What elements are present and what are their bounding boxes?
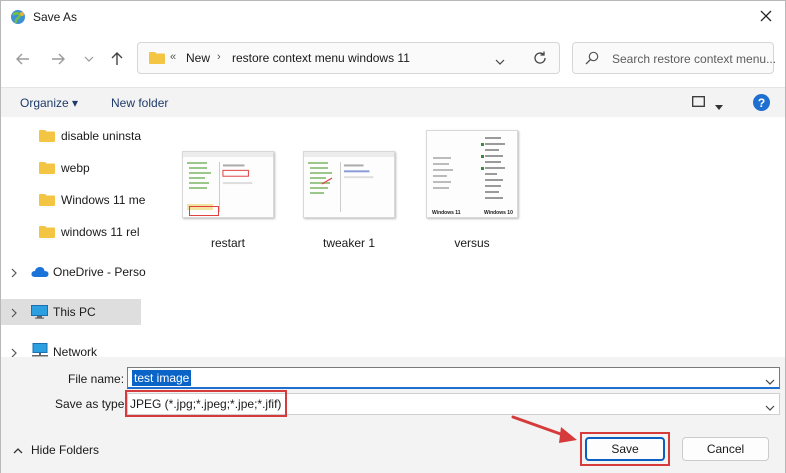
comparison-label-right: Windows 10	[484, 210, 513, 216]
file-item-versus[interactable]: Windows 11 Windows 10 versus	[426, 130, 518, 250]
title-bar: Save As	[1, 1, 785, 33]
refresh-icon[interactable]	[532, 50, 548, 69]
view-mode-icon[interactable]	[692, 96, 705, 110]
cloud-icon	[31, 266, 49, 281]
address-bar[interactable]: « New › restore context menu windows 11	[137, 42, 560, 74]
nav-item-label: webp	[61, 161, 90, 175]
breadcrumb-new[interactable]: New	[186, 51, 210, 65]
hide-folders-toggle[interactable]: Hide Folders	[13, 443, 99, 457]
up-arrow-icon[interactable]	[107, 49, 127, 69]
folder-icon	[149, 51, 165, 67]
file-list-pane: restart tweaker 1 Windows 11 Windows 10 …	[146, 117, 785, 357]
search-box[interactable]: Search restore context menu...	[572, 42, 777, 74]
nav-item-label: This PC	[53, 305, 96, 319]
file-name-field-label: File name:	[68, 372, 125, 386]
nav-item-label: Network	[53, 345, 98, 357]
expand-chevron-icon[interactable]	[11, 347, 17, 357]
close-icon[interactable]	[755, 5, 777, 27]
annotation-arrow-icon	[511, 415, 577, 443]
save-options-panel: File name: test image Save as type: JPEG…	[1, 357, 785, 473]
save-as-type-chevron-icon[interactable]	[765, 400, 775, 414]
expand-chevron-icon[interactable]	[11, 307, 17, 321]
nav-item-folder[interactable]: Windows 11 me	[1, 187, 145, 213]
window-title: Save As	[33, 10, 78, 24]
nav-item-onedrive[interactable]: OneDrive - Perso	[1, 259, 146, 285]
navigation-pane: disable uninsta webp Windows 11 me windo…	[1, 117, 146, 357]
nav-item-label: Windows 11 me	[61, 193, 146, 207]
network-icon	[31, 343, 49, 357]
nav-item-folder[interactable]: windows 11 rel	[1, 219, 141, 245]
forward-arrow-icon[interactable]	[48, 49, 68, 69]
expand-chevron-icon[interactable]	[11, 267, 17, 281]
file-name-label: restart	[210, 236, 245, 250]
chevron-up-icon	[13, 443, 23, 457]
recent-locations-chevron-icon[interactable]	[79, 49, 99, 69]
search-placeholder: Search restore context menu...	[612, 52, 777, 66]
view-options-caret-icon[interactable]	[715, 99, 723, 113]
search-icon	[585, 51, 599, 68]
folder-icon	[39, 129, 55, 145]
nav-item-label: OneDrive - Perso	[53, 265, 146, 279]
save-as-type-label: Save as type:	[55, 397, 128, 411]
annotation-highlight-box	[125, 390, 287, 417]
image-thumbnail	[182, 151, 274, 218]
app-globe-icon	[10, 9, 26, 25]
breadcrumb-separator: ›	[217, 51, 221, 63]
organize-menu[interactable]: Organize ▾	[20, 96, 78, 110]
file-name-value: test image	[132, 370, 192, 386]
file-item-tweaker[interactable]: tweaker 1	[303, 130, 395, 250]
save-button[interactable]: Save	[585, 437, 665, 461]
nav-item-this-pc[interactable]: This PC	[1, 299, 141, 325]
folder-icon	[39, 161, 55, 177]
nav-item-label: windows 11 rel	[61, 225, 140, 239]
address-dropdown-icon[interactable]	[495, 54, 505, 68]
file-name-label: versus	[454, 236, 490, 250]
folder-icon	[39, 193, 55, 209]
nav-item-folder[interactable]: disable uninsta	[1, 123, 141, 149]
breadcrumb-current-folder[interactable]: restore context menu windows 11	[232, 51, 410, 65]
help-icon[interactable]: ?	[753, 94, 770, 111]
comparison-label-left: Windows 11	[432, 210, 461, 216]
file-name-input[interactable]: test image	[127, 367, 780, 389]
file-name-history-chevron-icon[interactable]	[765, 374, 775, 388]
nav-item-network[interactable]: Network	[1, 339, 141, 357]
image-thumbnail: Windows 11 Windows 10	[426, 130, 518, 218]
file-item-restart[interactable]: restart	[182, 130, 274, 250]
save-as-dialog: Save As « New › restore context menu win…	[0, 0, 786, 473]
command-toolbar: Organize ▾ New folder ?	[1, 87, 785, 117]
back-arrow-icon[interactable]	[13, 49, 33, 69]
folder-icon	[39, 225, 55, 241]
nav-item-folder[interactable]: webp	[1, 155, 141, 181]
file-name-label: tweaker 1	[322, 236, 376, 250]
cancel-button[interactable]: Cancel	[682, 437, 769, 461]
image-thumbnail	[303, 151, 395, 218]
hide-folders-label: Hide Folders	[31, 443, 100, 457]
overflow-crumb[interactable]: «	[170, 51, 176, 63]
new-folder-button[interactable]: New folder	[111, 96, 168, 110]
nav-item-label: disable uninsta	[61, 129, 142, 143]
navigation-row: « New › restore context menu windows 11 …	[1, 33, 785, 87]
computer-icon	[31, 305, 48, 322]
